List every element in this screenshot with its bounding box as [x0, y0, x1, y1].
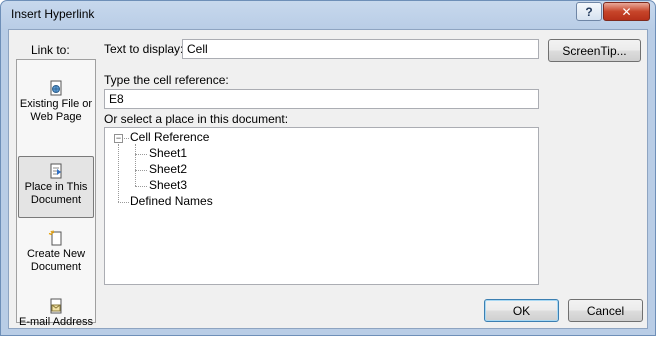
tree-node-cell-reference[interactable]: Cell Reference — [130, 130, 209, 144]
email-icon — [50, 298, 62, 314]
link-to-existing-file[interactable]: Existing File or Web Page — [18, 74, 94, 136]
cell-reference-label: Type the cell reference: — [104, 73, 229, 87]
screentip-button[interactable]: ScreenTip... — [548, 39, 641, 62]
dialog-title: Insert Hyperlink — [11, 7, 95, 21]
close-icon: ✕ — [621, 4, 632, 19]
link-to-create-new-line1: Create New — [26, 248, 86, 260]
cell-reference-input[interactable]: E8 — [104, 89, 539, 109]
link-to-place-line2: Document — [30, 194, 82, 206]
link-to-email-address[interactable]: E-mail Address — [18, 292, 94, 354]
tree-connector — [135, 170, 147, 171]
tree-connector — [135, 144, 136, 186]
link-to-create-new-line2: Document — [30, 261, 82, 273]
tree-node-sheet[interactable]: Sheet2 — [149, 162, 187, 176]
minus-icon: − — [115, 133, 122, 143]
link-to-place-line1: Place in This — [24, 181, 88, 193]
text-to-display-input[interactable]: Cell — [182, 39, 539, 59]
tree-connector — [135, 154, 147, 155]
tree-connector — [118, 144, 119, 202]
text-to-display-value: Cell — [187, 42, 208, 56]
cell-reference-value: E8 — [109, 92, 124, 106]
insert-hyperlink-dialog: Insert Hyperlink ? ✕ Link to: Existing F… — [0, 0, 656, 336]
cancel-button-label: Cancel — [586, 303, 625, 318]
link-to-place-in-document[interactable]: Place in This Document — [18, 156, 94, 218]
collapse-expander[interactable]: − — [114, 134, 123, 143]
tree-connector — [124, 138, 129, 139]
link-to-email-line1: E-mail Address — [19, 316, 93, 328]
help-icon: ? — [585, 4, 593, 19]
cancel-button[interactable]: Cancel — [568, 299, 643, 322]
help-button[interactable]: ? — [576, 2, 602, 21]
web-page-icon — [50, 80, 62, 96]
tree-connector — [135, 186, 147, 187]
link-to-existing-file-line1: Existing File or — [19, 98, 93, 110]
dialog-body: Link to: Existing File or Web Page Place… — [8, 29, 648, 329]
document-place-tree[interactable]: − Cell Reference Sheet1 Sheet2 Sheet3 De… — [104, 127, 539, 285]
link-to-panel: Existing File or Web Page Place in This … — [16, 59, 96, 328]
place-in-document-label: Or select a place in this document: — [104, 112, 289, 126]
tree-node-defined-names[interactable]: Defined Names — [130, 194, 213, 208]
tree-connector — [118, 202, 129, 203]
ok-button-label: OK — [512, 303, 531, 318]
close-button[interactable]: ✕ — [603, 2, 650, 21]
text-to-display-label: Text to display: — [104, 42, 184, 56]
title-bar[interactable]: Insert Hyperlink ? ✕ — [1, 1, 655, 28]
tree-node-sheet[interactable]: Sheet3 — [149, 178, 187, 192]
screentip-button-label: ScreenTip... — [562, 43, 627, 58]
new-document-icon — [48, 230, 62, 246]
link-to-existing-file-line2: Web Page — [30, 111, 82, 123]
link-to-create-new-document[interactable]: Create New Document — [18, 224, 94, 286]
document-place-icon — [50, 163, 62, 179]
link-to-label: Link to: — [31, 43, 70, 57]
tree-node-sheet[interactable]: Sheet1 — [149, 146, 187, 160]
ok-button[interactable]: OK — [484, 299, 559, 322]
